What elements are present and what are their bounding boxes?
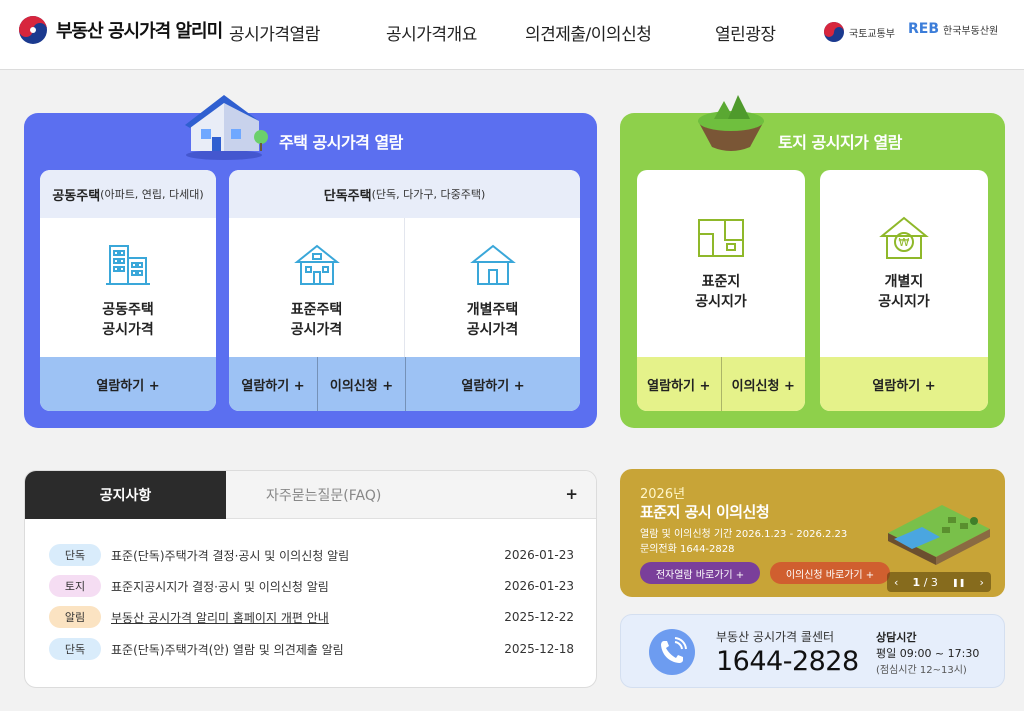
apartment-head-label: 공동주택 xyxy=(52,188,101,204)
land-panel-title: 토지 공시지가 열람 xyxy=(778,133,902,152)
apartment-icon xyxy=(106,245,150,285)
land-3d-illustration-icon xyxy=(888,505,990,565)
individual-house-view-button[interactable]: 열람하기 + xyxy=(405,357,580,411)
detached-card-footer: 열람하기 + 이의신청 + 열람하기 + xyxy=(229,357,580,411)
standard-land-objection-button[interactable]: 이의신청 + xyxy=(720,357,806,411)
notice-row[interactable]: 알림 부동산 공시가격 알리미 홈페이지 개편 안내 2025-12-22 xyxy=(49,605,574,629)
individual-land-card: ₩ 개별지 공시지가 열람하기 + xyxy=(820,170,988,411)
apartment-view-button[interactable]: 열람하기 + xyxy=(40,357,216,411)
notice-title: 부동산 공시가격 알리미 홈페이지 개편 안내 xyxy=(111,610,329,625)
apartment-card-header: 공동주택 (아파트, 연립, 다세대) xyxy=(40,170,216,218)
call-center-number[interactable]: 1644-2828 xyxy=(716,646,859,677)
individual-house-price-label: 개별주택 공시가격 xyxy=(466,302,519,338)
site-header: 부동산 공시가격 알리미 공시가격열람 공시가격개요 의견제출/이의신청 열린광… xyxy=(0,0,1024,70)
detached-head-label: 단독주택 xyxy=(323,188,372,204)
individual-house-price-item[interactable]: 개별주택 공시가격 xyxy=(405,240,580,340)
reb-logo[interactable]: REB 한국부동산원 xyxy=(908,21,998,37)
notice-row[interactable]: 토지 표준지공시지가 결정·공시 및 이의신청 알림 2026-01-23 xyxy=(49,574,574,598)
tab-notice[interactable]: 공지사항 xyxy=(25,471,226,519)
notice-date: 2026-01-23 xyxy=(504,548,574,562)
won-house-icon: ₩ xyxy=(879,216,929,259)
phone-icon xyxy=(649,629,695,675)
detached-house-card: 단독주택 (단독, 다가구, 다중주택) 표준주택 공시가격 개별주택 공시가격 열람… xyxy=(229,170,580,411)
notice-row[interactable]: 단독 표준(단독)주택가격(안) 열람 및 의견제출 알림 2025-12-18 xyxy=(49,637,574,661)
individual-land-view-button[interactable]: 열람하기 + xyxy=(820,357,988,411)
house-panel-title: 주택 공시가격 열람 xyxy=(279,133,403,152)
svg-text:₩: ₩ xyxy=(899,236,910,249)
notice-badge: 단독 xyxy=(49,544,101,566)
notice-row[interactable]: 단독 표준(단독)주택가격 결정·공시 및 이의신청 알림 2026-01-23 xyxy=(49,543,574,567)
objection-banner[interactable]: 2026년 표준지 공시 이의신청 열람 및 이의신청 기간 2026.1.23… xyxy=(620,469,1005,597)
reb-text: 한국부동산원 xyxy=(943,25,999,37)
nav-price-overview[interactable]: 공시가격개요 xyxy=(386,20,477,45)
standard-land-view-button[interactable]: 열람하기 + xyxy=(637,357,721,411)
banner-controls: ‹ 1 / 3 ❚❚ › xyxy=(887,572,991,592)
notice-badge: 알림 xyxy=(49,606,101,628)
apartment-card-footer: 열람하기 + xyxy=(40,357,216,411)
house-illustration-icon xyxy=(185,95,268,160)
nav-open-plaza[interactable]: 열린광장 xyxy=(715,20,776,45)
land-map-icon xyxy=(698,219,744,257)
detached-card-header: 단독주택 (단독, 다가구, 다중주택) xyxy=(229,170,580,218)
reb-logo-mark: REB xyxy=(908,21,940,37)
notice-date: 2025-12-18 xyxy=(504,642,574,656)
banner-phone: 문의전화 1644-2828 xyxy=(640,544,735,555)
standard-house-objection-button[interactable]: 이의신청 + xyxy=(317,357,405,411)
tab-faq[interactable]: 자주묻는질문(FAQ) xyxy=(226,471,596,519)
molit-text: 국토교통부 xyxy=(849,28,895,40)
standard-land-price-label: 표준지 공시지가 xyxy=(695,274,747,310)
notice-title: 표준지공시지가 결정·공시 및 이의신청 알림 xyxy=(111,579,329,594)
call-center-name: 부동산 공시가격 콜센터 xyxy=(716,630,835,644)
apartment-price-item[interactable]: 공동주택 공시가격 xyxy=(40,240,216,340)
banner-pause-button[interactable]: ❚❚ xyxy=(952,578,965,587)
molit-logo[interactable]: 국토교통부 xyxy=(823,21,895,43)
notice-title: 표준(단독)주택가격 결정·공시 및 이의신청 알림 xyxy=(111,548,350,563)
site-logo[interactable]: 부동산 공시가격 알리미 xyxy=(18,15,223,45)
land-illustration-icon xyxy=(698,95,764,151)
call-hours: 평일 09:00 ~ 17:30 xyxy=(876,647,980,660)
banner-prev-button[interactable]: ‹ xyxy=(894,576,898,589)
taegeuk-emblem-icon xyxy=(19,16,47,44)
land-price-panel: 토지 공시지가 열람 표준지 공시지가 열람하기 + 이의신청 + ₩ 개별지 공시… xyxy=(620,95,1005,428)
standard-house-price-label: 표준주택 공시가격 xyxy=(290,302,343,338)
nav-price-view[interactable]: 공시가격열람 xyxy=(229,20,320,45)
notice-box: 공지사항 자주묻는질문(FAQ) + 단독 표준(단독)주택가격 결정·공시 및… xyxy=(24,470,597,688)
notice-date: 2025-12-22 xyxy=(504,610,574,624)
notice-more-button[interactable]: + xyxy=(565,485,578,503)
individual-house-icon xyxy=(469,244,516,285)
standard-land-footer: 열람하기 + 이의신청 + xyxy=(637,357,805,411)
standard-house-price-item[interactable]: 표준주택 공시가격 xyxy=(229,240,404,340)
detached-head-sub: (단독, 다가구, 다중주택) xyxy=(371,188,486,201)
individual-land-footer: 열람하기 + xyxy=(820,357,988,411)
notice-badge: 토지 xyxy=(49,575,101,597)
call-lunch: (점심시간 12~13시) xyxy=(876,665,967,676)
standard-house-icon xyxy=(293,244,340,285)
banner-period: 열람 및 이의신청 기간 2026.1.23 - 2026.2.23 xyxy=(640,529,848,540)
banner-objection-button[interactable]: 이의신청 바로가기 + xyxy=(770,562,890,584)
molit-emblem-icon xyxy=(824,22,844,42)
e-view-button[interactable]: 전자열람 바로가기 + xyxy=(640,562,760,584)
apartment-card: 공동주택 (아파트, 연립, 다세대) 공동주택 공시가격 열람하기 + xyxy=(40,170,216,411)
standard-land-card: 표준지 공시지가 열람하기 + 이의신청 + xyxy=(637,170,805,411)
apartment-head-sub: (아파트, 연립, 다세대) xyxy=(100,188,204,201)
individual-land-price-item[interactable]: ₩ 개별지 공시지가 xyxy=(820,214,988,312)
notice-title: 표준(단독)주택가격(안) 열람 및 의견제출 알림 xyxy=(111,642,344,657)
individual-land-price-label: 개별지 공시지가 xyxy=(878,274,930,310)
banner-page: 1 / 3 xyxy=(912,575,938,589)
banner-title: 표준지 공시 이의신청 xyxy=(640,503,770,521)
banner-year: 2026년 xyxy=(640,487,686,502)
apartment-price-label: 공동주택 공시가격 xyxy=(102,302,154,338)
logo-text: 부동산 공시가격 알리미 xyxy=(56,21,223,42)
call-hours-title: 상담시간 xyxy=(876,631,917,644)
notice-badge: 단독 xyxy=(49,638,101,660)
house-price-panel: 주택 공시가격 열람 공동주택 (아파트, 연립, 다세대) 공동주택 공시가격 열… xyxy=(24,95,597,428)
notice-date: 2026-01-23 xyxy=(504,579,574,593)
call-center-box: 부동산 공시가격 콜센터 1644-2828 상담시간 평일 09:00 ~ 1… xyxy=(620,614,1005,688)
nav-objection[interactable]: 의견제출/이의신청 xyxy=(525,20,652,45)
tab-faq-label: 자주묻는질문(FAQ) xyxy=(266,487,382,504)
banner-next-button[interactable]: › xyxy=(980,576,984,589)
standard-house-view-button[interactable]: 열람하기 + xyxy=(229,357,317,411)
standard-land-price-item[interactable]: 표준지 공시지가 xyxy=(637,214,805,312)
